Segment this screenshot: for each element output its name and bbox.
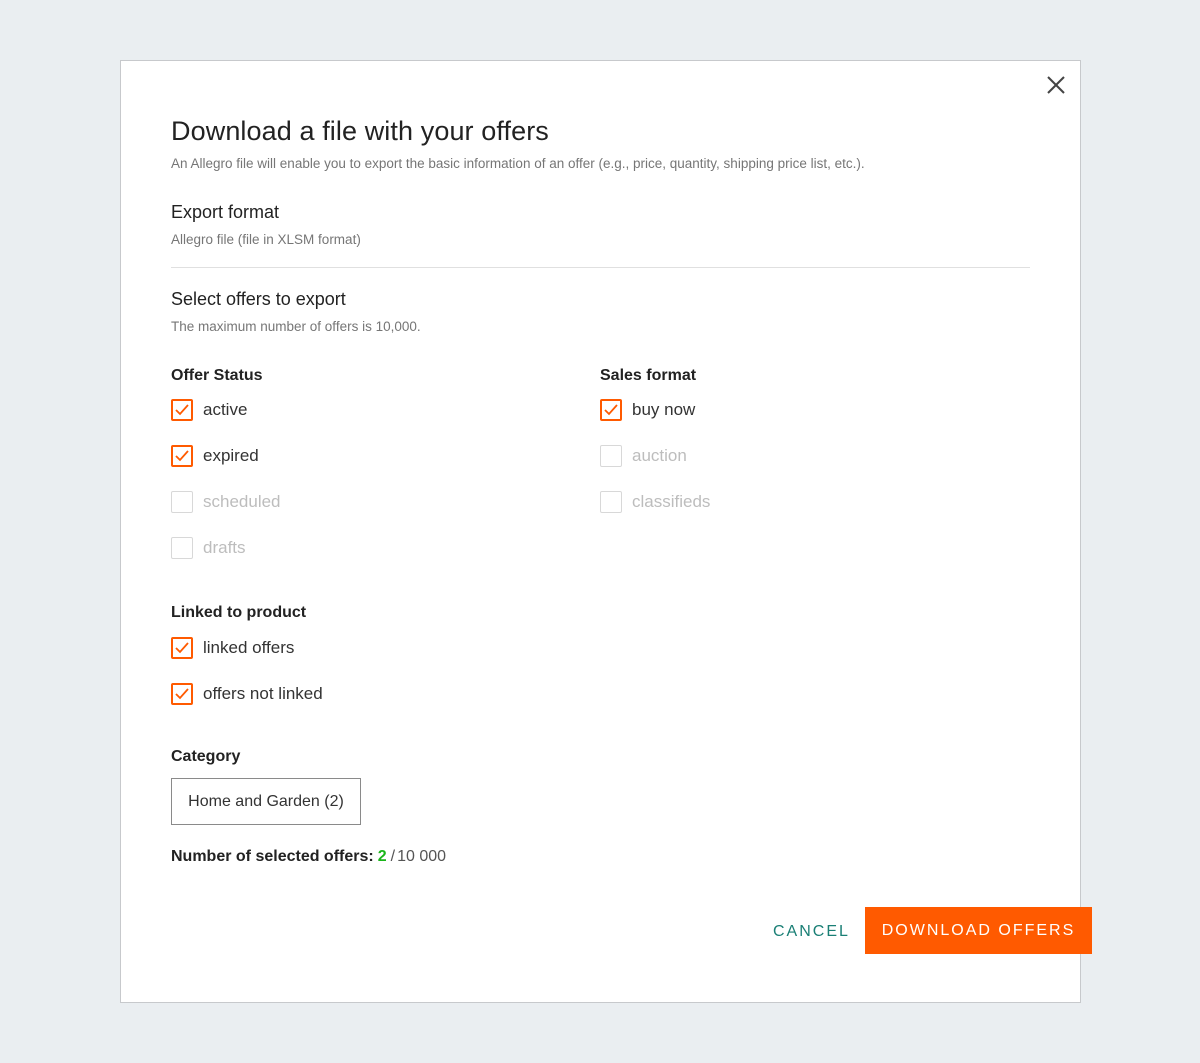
checkbox-label: offers not linked <box>203 684 323 703</box>
checkmark-icon <box>604 404 618 416</box>
linked-to-product-label: Linked to product <box>171 604 307 621</box>
checkbox-box[interactable] <box>171 399 193 421</box>
checkbox-active[interactable]: active <box>171 398 247 422</box>
checkbox-offers-not-linked[interactable]: offers not linked <box>171 682 323 706</box>
checkbox-expired[interactable]: expired <box>171 444 259 468</box>
export-format-value: Allegro file (file in XLSM format) <box>171 232 361 247</box>
checkbox-box[interactable] <box>171 491 193 513</box>
close-icon <box>1047 76 1065 94</box>
close-button[interactable] <box>1044 73 1068 97</box>
selected-count-max: 10 000 <box>397 848 447 865</box>
checkbox-box[interactable] <box>171 537 193 559</box>
checkbox-label: scheduled <box>203 492 281 511</box>
download-offers-button[interactable]: DOWNLOAD OFFERS <box>865 907 1092 954</box>
checkbox-label: classifieds <box>632 492 711 511</box>
checkbox-label: expired <box>203 446 259 465</box>
export-format-heading: Export format <box>171 202 280 222</box>
checkbox-label: active <box>203 400 248 419</box>
checkbox-box[interactable] <box>171 445 193 467</box>
checkbox-buy-now[interactable]: buy now <box>600 398 695 422</box>
checkbox-box[interactable] <box>600 491 622 513</box>
checkbox-box[interactable] <box>600 445 622 467</box>
checkbox-label: buy now <box>632 400 696 419</box>
category-select-button[interactable]: Home and Garden (2) <box>171 778 361 825</box>
checkmark-icon <box>175 688 189 700</box>
checkbox-box[interactable] <box>171 637 193 659</box>
checkmark-icon <box>175 404 189 416</box>
select-offers-heading: Select offers to export <box>171 289 346 309</box>
download-offers-dialog: Download a file with your offers An Alle… <box>120 60 1092 1003</box>
checkbox-linked-offers[interactable]: linked offers <box>171 636 294 660</box>
checkbox-label: linked offers <box>203 638 295 657</box>
dialog-title: Download a file with your offers <box>171 116 549 146</box>
cancel-button[interactable]: CANCEL <box>773 920 850 943</box>
checkbox-label: auction <box>632 446 687 465</box>
checkmark-icon <box>175 642 189 654</box>
checkbox-box[interactable] <box>600 399 622 421</box>
offer-status-label: Offer Status <box>171 367 263 384</box>
max-offers-note: The maximum number of offers is 10,000. <box>171 319 421 334</box>
category-label: Category <box>171 748 241 765</box>
dialog-subtitle: An Allegro file will enable you to expor… <box>171 156 865 171</box>
checkbox-classifieds[interactable]: classifieds <box>600 490 710 514</box>
selected-count-value: 2 <box>377 848 387 865</box>
selected-count-separator: / <box>390 848 396 865</box>
checkbox-scheduled[interactable]: scheduled <box>171 490 281 514</box>
section-divider <box>171 267 1030 268</box>
checkbox-label: drafts <box>203 538 246 557</box>
selected-offers-count: Number of selected offers: 2/10 000 <box>171 848 446 866</box>
selected-count-label: Number of selected offers: <box>171 848 374 865</box>
checkbox-auction[interactable]: auction <box>600 444 687 468</box>
checkbox-box[interactable] <box>171 683 193 705</box>
checkbox-drafts[interactable]: drafts <box>171 536 246 560</box>
sales-format-label: Sales format <box>600 367 697 384</box>
checkmark-icon <box>175 450 189 462</box>
